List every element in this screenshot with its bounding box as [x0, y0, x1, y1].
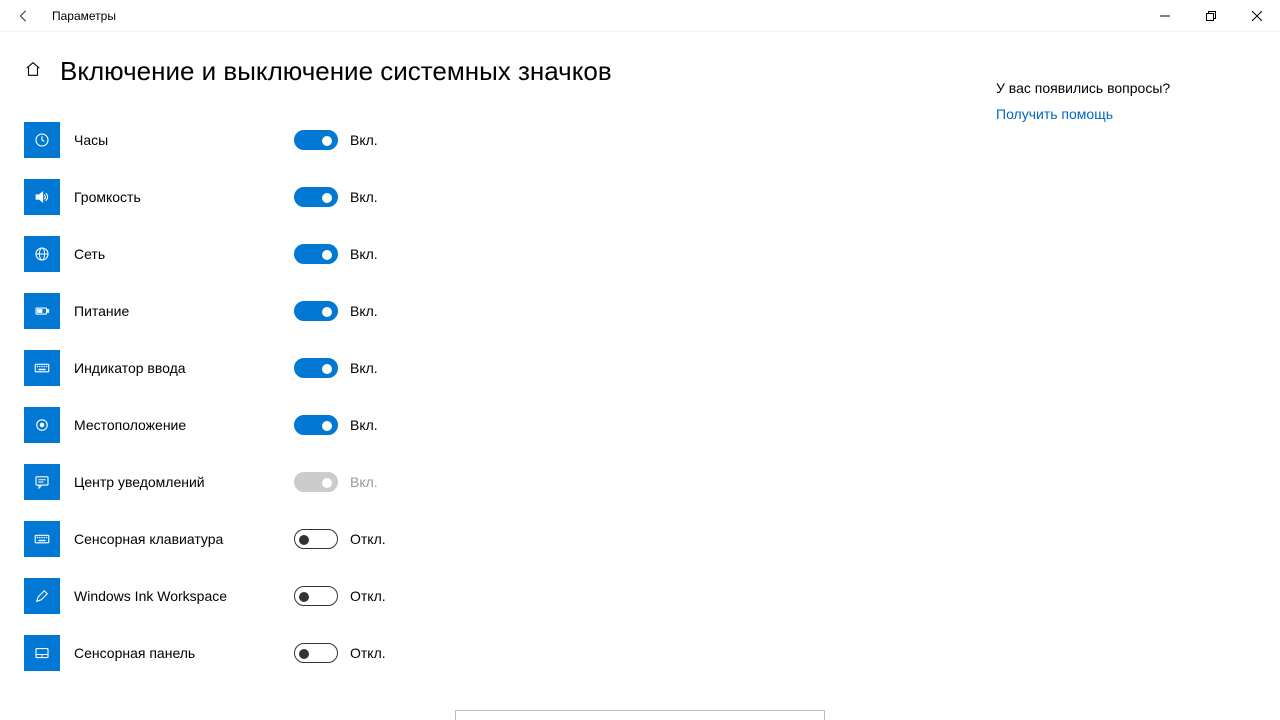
setting-row-clock: Часы Вкл. [24, 111, 996, 168]
toggle-state-label: Вкл. [350, 132, 378, 148]
toggle-clock[interactable] [294, 130, 338, 150]
back-button[interactable] [0, 0, 48, 32]
toggle-network[interactable] [294, 244, 338, 264]
volume-icon [24, 179, 60, 215]
help-question: У вас появились вопросы? [996, 80, 1256, 96]
target-icon [24, 407, 60, 443]
toggle-state-label: Откл. [350, 588, 386, 604]
setting-row-ink: Windows Ink Workspace Откл. [24, 567, 996, 624]
setting-label: Сенсорная панель [74, 645, 294, 661]
setting-label: Местоположение [74, 417, 294, 433]
toggle-state-label: Вкл. [350, 417, 378, 433]
setting-row-location: Местоположение Вкл. [24, 396, 996, 453]
setting-row-touchpad: Сенсорная панель Откл. [24, 624, 996, 681]
toggle-volume[interactable] [294, 187, 338, 207]
toggle-state-label: Вкл. [350, 189, 378, 205]
bottom-bar [0, 716, 1280, 720]
battery-icon [24, 293, 60, 329]
toggle-state-label: Откл. [350, 645, 386, 661]
pen-icon [24, 578, 60, 614]
help-link[interactable]: Получить помощь [996, 106, 1256, 122]
bottom-hint-box [455, 710, 825, 720]
maximize-button[interactable] [1188, 0, 1234, 32]
setting-label: Питание [74, 303, 294, 319]
toggle-touchpad[interactable] [294, 643, 338, 663]
setting-label: Центр уведомлений [74, 474, 294, 490]
toggle-state-label: Откл. [350, 531, 386, 547]
setting-label: Часы [74, 132, 294, 148]
titlebar: Параметры [0, 0, 1280, 32]
setting-row-input: Индикатор ввода Вкл. [24, 339, 996, 396]
toggle-state-label: Вкл. [350, 360, 378, 376]
toggle-power[interactable] [294, 301, 338, 321]
toggle-location[interactable] [294, 415, 338, 435]
setting-row-action: Центр уведомлений Вкл. [24, 453, 996, 510]
setting-label: Сенсорная клавиатура [74, 531, 294, 547]
clock-icon [24, 122, 60, 158]
toggle-input[interactable] [294, 358, 338, 378]
globe-icon [24, 236, 60, 272]
setting-label: Windows Ink Workspace [74, 588, 294, 604]
setting-row-power: Питание Вкл. [24, 282, 996, 339]
message-icon [24, 464, 60, 500]
toggle-state-label: Вкл. [350, 246, 378, 262]
help-sidebar: У вас появились вопросы? Получить помощь [996, 56, 1256, 681]
toggle-state-label: Вкл. [350, 474, 378, 490]
close-button[interactable] [1234, 0, 1280, 32]
toggle-action [294, 472, 338, 492]
page-title: Включение и выключение системных значков [60, 56, 612, 87]
setting-row-volume: Громкость Вкл. [24, 168, 996, 225]
setting-label: Индикатор ввода [74, 360, 294, 376]
touchpad-icon [24, 635, 60, 671]
main-panel: Включение и выключение системных значков… [24, 56, 996, 681]
toggle-state-label: Вкл. [350, 303, 378, 319]
setting-row-touchkbd: Сенсорная клавиатура Откл. [24, 510, 996, 567]
minimize-button[interactable] [1142, 0, 1188, 32]
home-icon[interactable] [24, 60, 42, 83]
keyboard-icon [24, 521, 60, 557]
setting-label: Громкость [74, 189, 294, 205]
toggle-touchkbd[interactable] [294, 529, 338, 549]
setting-row-network: Сеть Вкл. [24, 225, 996, 282]
setting-label: Сеть [74, 246, 294, 262]
keyboard-icon [24, 350, 60, 386]
window-title: Параметры [48, 9, 116, 23]
toggle-ink[interactable] [294, 586, 338, 606]
